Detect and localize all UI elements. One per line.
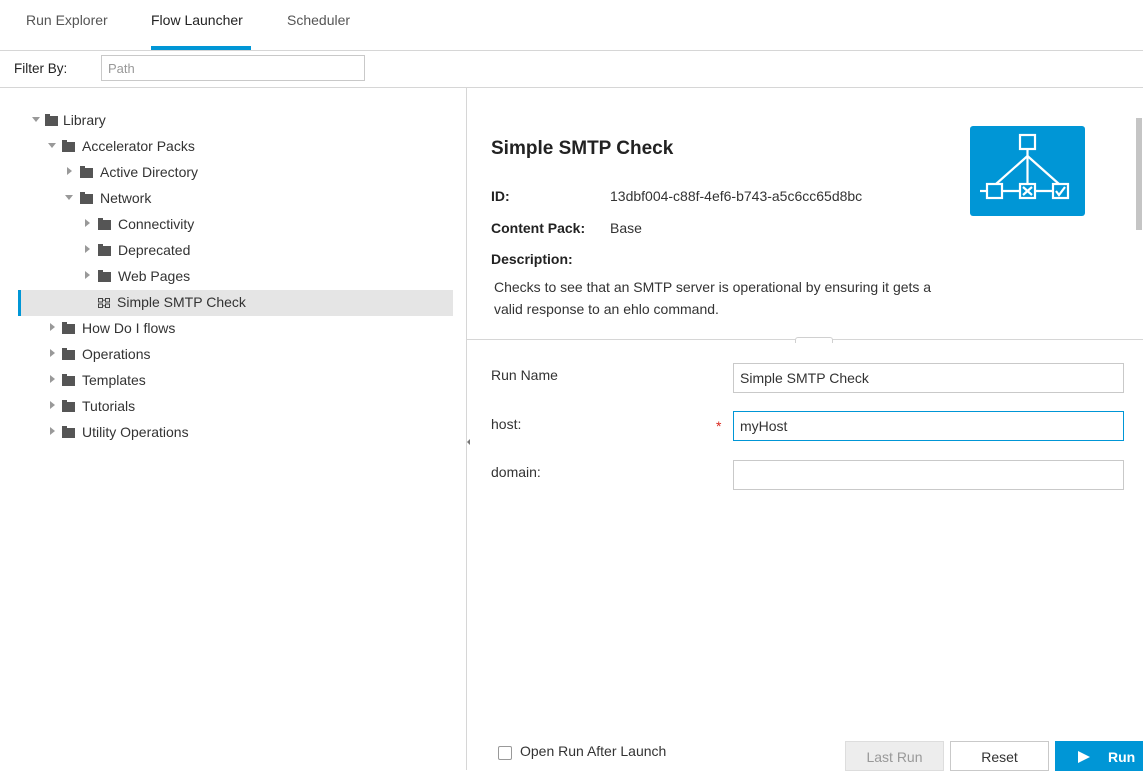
run-name-label: Run Name	[491, 367, 558, 383]
tree-item-templates[interactable]: Templates	[0, 368, 460, 394]
tree-item-simple-smtp-check[interactable]: Simple SMTP Check	[0, 290, 460, 316]
chevron-right-icon[interactable]	[85, 219, 90, 227]
chevron-right-icon[interactable]	[50, 323, 55, 331]
chevron-right-icon[interactable]	[50, 349, 55, 357]
tree-item-deprecated[interactable]: Deprecated	[0, 238, 460, 264]
tab-scheduler[interactable]: Scheduler	[287, 12, 350, 28]
folder-icon	[62, 348, 75, 360]
filter-bar: Filter By:	[0, 50, 1143, 88]
folder-icon	[98, 244, 111, 256]
flow-diagram-icon	[970, 126, 1085, 216]
tree-item-how-do-i-flows[interactable]: How Do I flows	[0, 316, 460, 342]
flow-icon	[98, 298, 110, 308]
filter-label: Filter By:	[14, 61, 68, 76]
flow-details-panel: Simple SMTP Check ID: 13dbf004-c88f-4ef6…	[467, 88, 1143, 338]
content-pack-value: Base	[610, 220, 642, 236]
play-icon	[1078, 751, 1090, 763]
chevron-right-icon[interactable]	[50, 401, 55, 409]
description-text: Checks to see that an SMTP server is ope…	[494, 279, 932, 317]
tree-item-library[interactable]: Library	[0, 108, 460, 134]
folder-icon	[62, 140, 75, 152]
tree-item-web-pages[interactable]: Web Pages	[0, 264, 460, 290]
chevron-right-icon[interactable]	[85, 271, 90, 279]
tree-item-utility-operations[interactable]: Utility Operations	[0, 420, 460, 446]
reset-button[interactable]: Reset	[950, 741, 1049, 771]
tree-item-label: Network	[100, 190, 152, 206]
tree-item-label: Tutorials	[82, 398, 136, 414]
tree-item-connectivity[interactable]: Connectivity	[0, 212, 460, 238]
tree-item-tutorials[interactable]: Tutorials	[0, 394, 460, 420]
tree-item-active-directory[interactable]: Active Directory	[0, 160, 460, 186]
tree-item-label: Library	[63, 112, 106, 128]
folder-icon	[45, 114, 58, 126]
tree-item-label: Templates	[82, 372, 146, 388]
chevron-down-icon[interactable]	[32, 117, 40, 122]
required-indicator: *	[716, 418, 722, 434]
id-value: 13dbf004-c88f-4ef6-b743-a5c6cc65d8bc	[610, 188, 863, 204]
run-name-input[interactable]	[733, 363, 1124, 393]
folder-icon	[98, 270, 111, 282]
tree-item-network[interactable]: Network	[0, 186, 460, 212]
top-tab-bar: Run Explorer Flow Launcher Scheduler	[0, 0, 1143, 51]
host-label: host:	[491, 416, 522, 432]
tree-item-accelerator-packs[interactable]: Accelerator Packs	[0, 134, 460, 160]
tree-item-label: Web Pages	[118, 268, 191, 284]
tree-item-label: Deprecated	[118, 242, 191, 258]
folder-icon	[62, 400, 75, 412]
folder-icon	[98, 218, 111, 230]
tab-flow-launcher[interactable]: Flow Launcher	[151, 12, 243, 28]
tree-item-label: Simple SMTP Check	[117, 294, 246, 310]
folder-icon	[80, 166, 93, 178]
tree-item-operations[interactable]: Operations	[0, 342, 460, 368]
domain-input[interactable]	[733, 460, 1124, 490]
collapse-left-icon[interactable]	[466, 427, 471, 457]
chevron-down-icon[interactable]	[65, 195, 73, 200]
tree-item-label: Utility Operations	[82, 424, 189, 440]
tree-item-label: Accelerator Packs	[82, 138, 195, 154]
flow-title: Simple SMTP Check	[491, 138, 674, 159]
open-run-checkbox[interactable]	[498, 746, 512, 760]
tree-item-label: How Do I flows	[82, 320, 176, 336]
details-scrollbar[interactable]	[1136, 118, 1142, 230]
tree-item-label: Operations	[82, 346, 151, 362]
folder-icon	[80, 192, 93, 204]
open-run-label: Open Run After Launch	[520, 743, 667, 759]
tab-run-explorer[interactable]: Run Explorer	[26, 12, 108, 28]
splitter-handle-icon[interactable]	[795, 337, 833, 343]
chevron-down-icon[interactable]	[48, 143, 56, 148]
folder-icon	[62, 374, 75, 386]
chevron-right-icon[interactable]	[50, 427, 55, 435]
content-pack-label: Content Pack:	[491, 220, 586, 236]
host-input[interactable]	[733, 411, 1124, 441]
description-label: Description:	[491, 251, 573, 267]
domain-label: domain:	[491, 464, 541, 480]
run-button[interactable]: Run	[1055, 741, 1143, 771]
id-label: ID:	[491, 188, 510, 204]
filter-path-input[interactable]	[101, 55, 365, 81]
tree-item-label: Connectivity	[118, 216, 195, 232]
folder-icon	[62, 426, 75, 438]
tree-item-label: Active Directory	[100, 164, 199, 180]
chevron-right-icon[interactable]	[85, 245, 90, 253]
run-button-label: Run	[1108, 749, 1136, 765]
folder-icon	[62, 322, 75, 334]
chevron-right-icon[interactable]	[50, 375, 55, 383]
chevron-right-icon[interactable]	[67, 167, 72, 175]
last-run-button[interactable]: Last Run	[845, 741, 944, 771]
